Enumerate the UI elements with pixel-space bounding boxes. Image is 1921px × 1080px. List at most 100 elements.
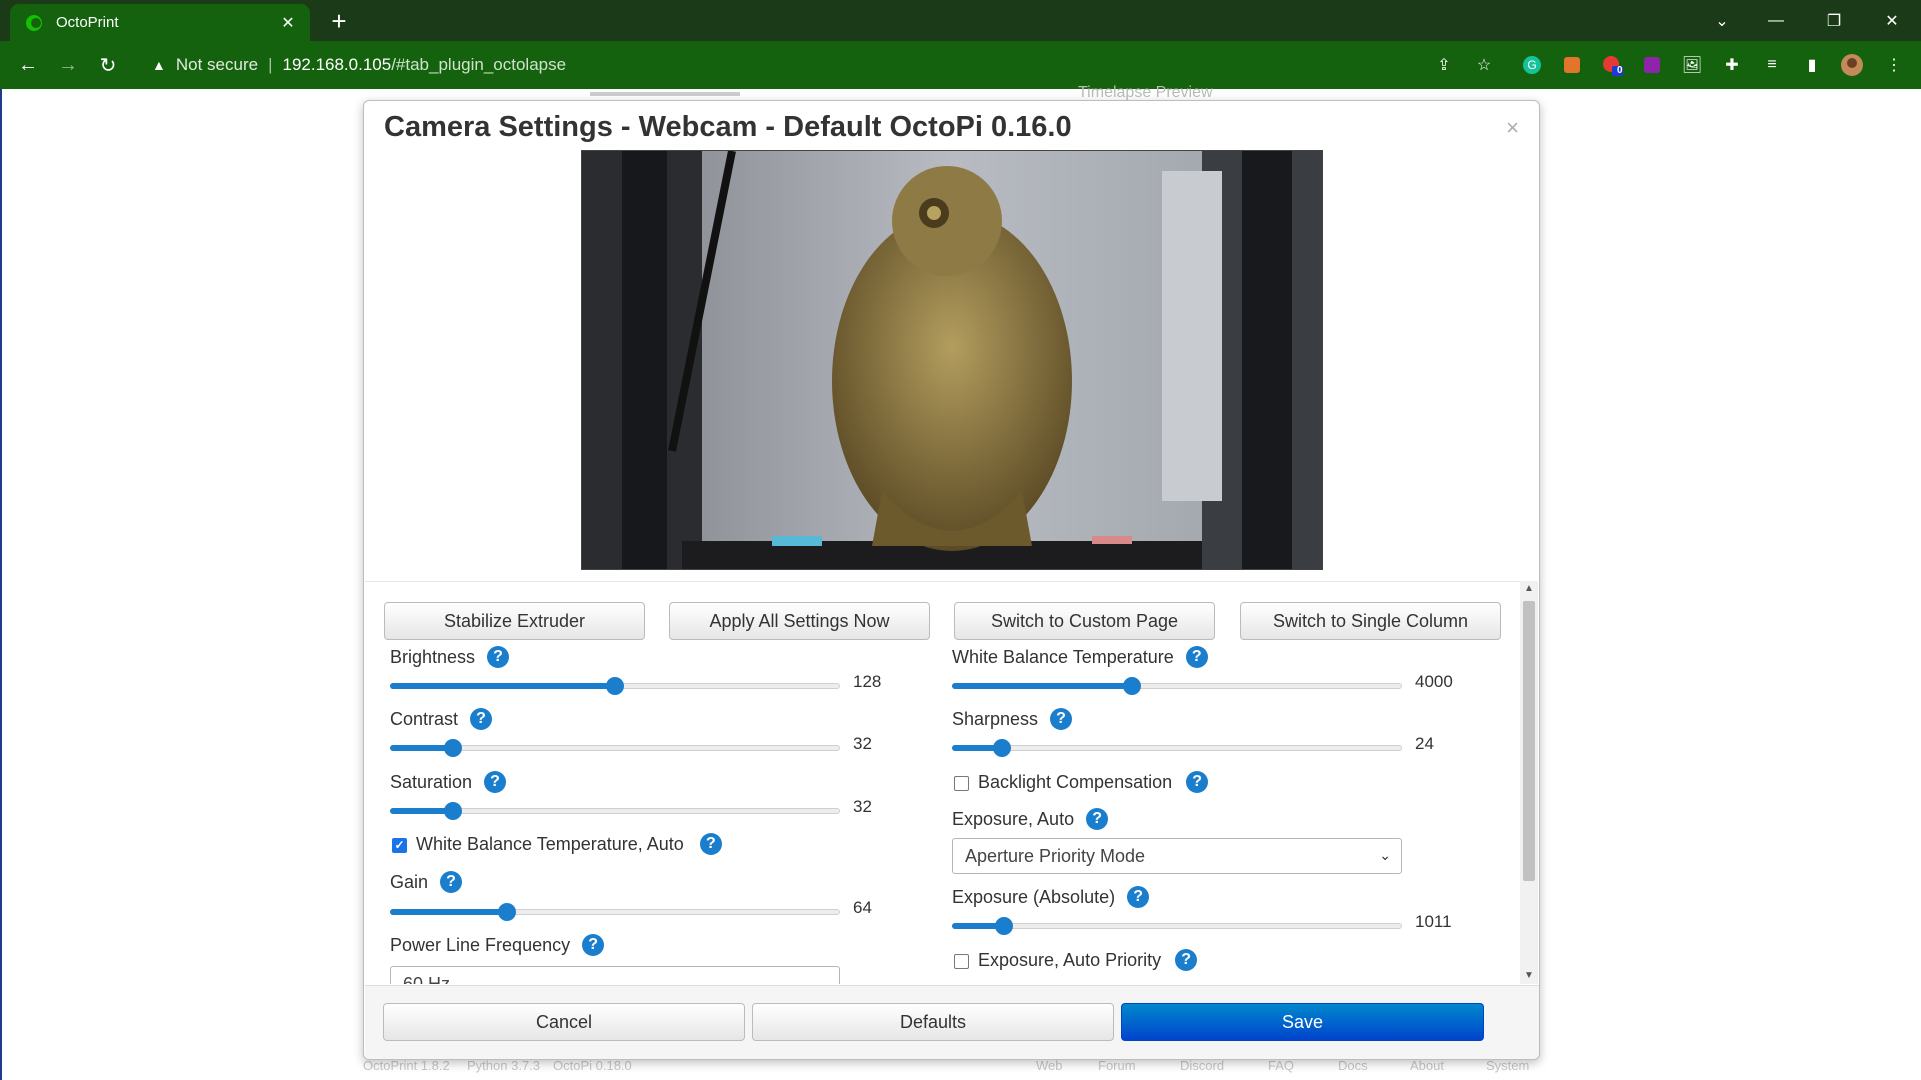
octoprint-favicon-icon [24, 13, 44, 33]
modal-title: Camera Settings - Webcam - Default OctoP… [384, 111, 1072, 143]
side-panel-icon[interactable]: ▮ [1800, 53, 1824, 77]
wb-auto-label-text: White Balance Temperature, Auto [416, 833, 684, 854]
exposure-auto-priority-label-text: Exposure, Auto Priority [978, 949, 1162, 970]
wb-temp-label-text: White Balance Temperature [952, 646, 1174, 667]
cancel-button[interactable]: Cancel [383, 1003, 745, 1041]
save-button[interactable]: Save [1121, 1003, 1484, 1041]
sharpness-slider[interactable] [952, 739, 1402, 757]
slider-thumb[interactable] [606, 677, 624, 695]
contrast-label-text: Contrast [390, 708, 459, 729]
slider-thumb[interactable] [498, 903, 516, 921]
camera-settings-body[interactable]: Stabilize Extruder Apply All Settings No… [365, 581, 1520, 984]
exposure-abs-label-text: Exposure (Absolute) [952, 886, 1116, 907]
close-tab-icon[interactable]: ✕ [278, 13, 298, 33]
share-icon[interactable]: ⇪ [1432, 53, 1456, 77]
svg-text:G: G [1527, 58, 1536, 72]
exposure-abs-help-icon[interactable]: ? [1127, 886, 1150, 908]
backlight-label: Backlight Compensation ? [978, 771, 1209, 793]
reload-icon[interactable]: ↻ [94, 51, 122, 79]
brightness-help-icon[interactable]: ? [487, 646, 510, 668]
exposure-auto-select[interactable]: Aperture Priority Mode ⌄ [952, 838, 1402, 874]
gain-slider[interactable] [390, 903, 840, 921]
saturation-slider[interactable] [390, 802, 840, 820]
wb-temp-value: 4000 [1415, 672, 1453, 691]
browser-menu-icon[interactable]: ⋮ [1882, 53, 1906, 77]
exposure-auto-priority-checkbox[interactable] [954, 954, 969, 969]
footer-link-discord[interactable]: Discord [1180, 1058, 1224, 1073]
scroll-down-arrow-icon[interactable]: ▼ [1520, 968, 1538, 984]
backlight-checkbox[interactable] [954, 776, 969, 791]
slider-thumb[interactable] [992, 739, 1011, 757]
brightness-slider[interactable] [390, 677, 840, 695]
slider-thumb[interactable] [444, 739, 462, 757]
forward-arrow-icon[interactable]: → [54, 51, 82, 79]
exposure-auto-label-text: Exposure, Auto [952, 808, 1075, 829]
close-window-icon[interactable]: ✕ [1872, 6, 1912, 36]
power-line-help-icon[interactable]: ? [582, 934, 605, 956]
saturation-value: 32 [853, 797, 872, 816]
scroll-thumb[interactable] [1523, 601, 1535, 881]
defaults-button[interactable]: Defaults [752, 1003, 1114, 1041]
tab-title: OctoPrint [56, 14, 119, 31]
wb-auto-help-icon[interactable]: ? [699, 833, 722, 855]
slider-thumb[interactable] [444, 802, 462, 820]
power-line-label: Power Line Frequency ? [390, 934, 605, 956]
profile-avatar[interactable] [1840, 53, 1864, 77]
footer-link-web[interactable]: Web [1036, 1058, 1063, 1073]
wb-auto-checkbox[interactable]: ✓ [392, 838, 407, 853]
saturation-help-icon[interactable]: ? [484, 771, 507, 793]
slider-thumb[interactable] [994, 917, 1013, 935]
url-path: /#tab_plugin_octolapse [391, 55, 567, 74]
contrast-help-icon[interactable]: ? [470, 708, 493, 730]
minimize-icon[interactable]: — [1756, 6, 1796, 36]
chevron-down-icon: ⌄ [1379, 847, 1391, 863]
warning-triangle-icon: ▲ [152, 57, 166, 73]
extension-orange-icon[interactable] [1560, 53, 1584, 77]
extensions-puzzle-icon[interactable]: ✚ [1720, 53, 1744, 77]
saturation-label-text: Saturation [390, 771, 473, 792]
grammarly-icon[interactable]: G [1520, 53, 1544, 77]
power-line-select[interactable]: 60 Hz ⌄ [390, 966, 840, 984]
extension-purple-icon[interactable] [1640, 53, 1664, 77]
apply-all-settings-button[interactable]: Apply All Settings Now [669, 602, 930, 640]
media-queue-icon[interactable]: ≡ [1760, 53, 1784, 77]
new-tab-button[interactable]: + [326, 8, 352, 35]
exposure-abs-slider[interactable] [952, 917, 1402, 935]
gain-help-icon[interactable]: ? [440, 871, 463, 893]
browser-tab[interactable]: OctoPrint ✕ [10, 4, 310, 41]
back-arrow-icon[interactable]: ← [14, 51, 42, 79]
image-extension-icon[interactable]: 🖼 [1680, 53, 1704, 77]
slider-fill [390, 909, 507, 915]
switch-custom-page-button[interactable]: Switch to Custom Page [954, 602, 1215, 640]
stabilize-extruder-button[interactable]: Stabilize Extruder [384, 602, 645, 640]
scroll-up-arrow-icon[interactable]: ▲ [1520, 581, 1538, 597]
exposure-auto-priority-help-icon[interactable]: ? [1175, 949, 1198, 971]
restore-icon[interactable]: ❐ [1814, 6, 1854, 36]
exposure-auto-help-icon[interactable]: ? [1086, 808, 1109, 830]
gain-label-text: Gain [390, 871, 429, 892]
backlight-help-icon[interactable]: ? [1186, 771, 1209, 793]
modal-scrollbar[interactable]: ▲ ▼ [1520, 581, 1538, 984]
modal-footer: Cancel Defaults Save [365, 985, 1539, 1059]
gain-value: 64 [853, 898, 872, 917]
footer-link-docs[interactable]: Docs [1338, 1058, 1368, 1073]
address-bar[interactable]: ▲ Not secure | 192.168.0.105 /#tab_plugi… [138, 47, 1458, 83]
wb-temp-help-icon[interactable]: ? [1185, 646, 1208, 668]
sharpness-help-icon[interactable]: ? [1050, 708, 1073, 730]
chevron-down-icon: ⌄ [817, 975, 829, 984]
footer-link-system[interactable]: System [1486, 1058, 1529, 1073]
footer-link-faq[interactable]: FAQ [1268, 1058, 1294, 1073]
footer-link-forum[interactable]: Forum [1098, 1058, 1136, 1073]
tab-search-chevron-icon[interactable]: ⌄ [1702, 6, 1742, 36]
footer-link-about[interactable]: About [1410, 1058, 1444, 1073]
backlight-label-text: Backlight Compensation [978, 771, 1173, 792]
slider-thumb[interactable] [1123, 677, 1141, 695]
slider-track [952, 923, 1402, 929]
contrast-value: 32 [853, 734, 872, 753]
sharpness-label: Sharpness ? [952, 708, 1073, 730]
bookmark-star-icon[interactable]: ☆ [1472, 53, 1496, 77]
switch-single-column-button[interactable]: Switch to Single Column [1240, 602, 1501, 640]
wb-temp-slider[interactable] [952, 677, 1402, 695]
contrast-slider[interactable] [390, 739, 840, 757]
modal-close-icon[interactable]: × [1506, 115, 1519, 141]
